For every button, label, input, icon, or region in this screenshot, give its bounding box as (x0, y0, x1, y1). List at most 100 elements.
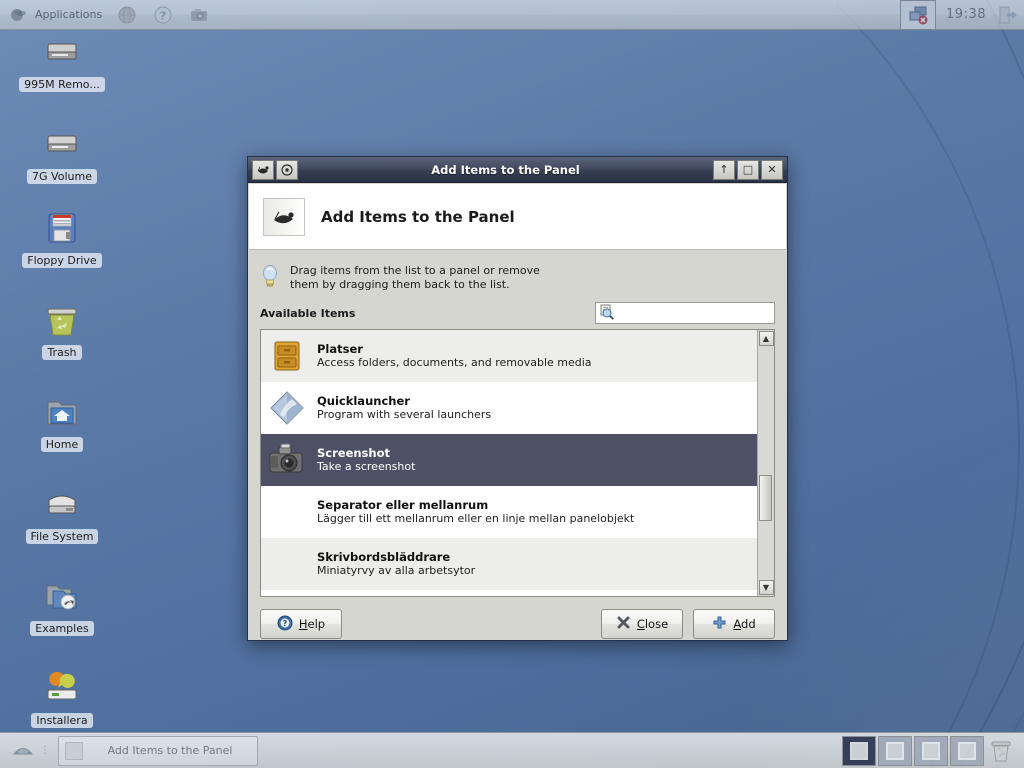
list-item-description: Take a screenshot (317, 460, 416, 474)
applications-menu-label: Applications (35, 8, 103, 21)
web-browser-launcher[interactable] (110, 2, 144, 28)
system-installer-icon (40, 666, 84, 710)
desktop-icon-7g-volume[interactable]: 7G Volume (14, 122, 110, 184)
bottom-panel: ⋮ Add Items to the Panel (0, 732, 1024, 768)
list-item-selected[interactable]: Screenshot Take a screenshot (261, 434, 757, 487)
dialog-footer-right: Close Add (601, 609, 775, 640)
workspace-thumbnail-icon (922, 741, 940, 760)
desktop-icon-file-system[interactable]: File System (14, 482, 110, 544)
scrollbar-thumb[interactable] (759, 475, 772, 522)
window-list-icon[interactable] (10, 739, 36, 762)
desktop-icon-label: Floppy Drive (22, 253, 102, 268)
tip-row: Drag items from the list to a panel or r… (260, 260, 775, 302)
svg-text:?: ? (283, 619, 288, 628)
scrollbar-track[interactable] (758, 347, 774, 579)
top-panel-right-area: 19:38 (900, 0, 1024, 30)
blue-diamond-icon (265, 386, 309, 430)
desktop-icon-label: File System (25, 529, 99, 544)
desktop-icon-installera[interactable]: Installera (14, 666, 110, 728)
list-vertical-scrollbar[interactable]: ▲ ▼ (757, 330, 774, 597)
desktop-icon-trash[interactable]: Trash (14, 298, 110, 360)
bottom-panel-right-area (842, 735, 1020, 766)
tip-text: Drag items from the list to a panel or r… (290, 264, 540, 292)
stick-window-button[interactable] (276, 159, 298, 180)
help-button-label-rest: elp (307, 617, 326, 632)
help-button[interactable]: ? Help (260, 609, 342, 640)
help-launcher[interactable]: ? (146, 2, 180, 28)
desktop-icon-home[interactable]: Home (14, 390, 110, 452)
list-item-description: Program with several launchers (317, 408, 492, 422)
available-items-label: Available Items (260, 306, 356, 320)
plus-icon (712, 615, 727, 633)
add-button-label-rest: dd (741, 617, 756, 632)
dialog-body: Drag items from the list to a panel or r… (248, 250, 787, 598)
taskbar-item-label: Add Items to the Panel (107, 744, 233, 757)
applications-menu-button[interactable]: Applications (2, 2, 108, 28)
list-item-name: Separator eller mellanrum (317, 497, 489, 512)
trash-can-icon (991, 741, 1011, 761)
list-item[interactable]: Platser Access folders, documents, and r… (261, 330, 757, 383)
add-button[interactable]: Add (693, 609, 775, 640)
camera-icon (188, 4, 210, 26)
workspace-button-3[interactable] (914, 735, 948, 766)
svg-text:?: ? (160, 9, 166, 22)
window-thumbnail-icon (65, 741, 83, 760)
tip-line-2: them by dragging them back to the list. (290, 278, 510, 292)
show-desktop-button[interactable] (900, 0, 937, 30)
camera-icon (265, 438, 309, 482)
xfce-mouse-icon (263, 197, 305, 236)
help-button-mnemonic: H (298, 617, 308, 632)
taskbar-item-add-items-to-the-panel[interactable]: Add Items to the Panel (58, 735, 258, 766)
scroll-up-button[interactable]: ▲ (758, 331, 774, 347)
close-x-icon (616, 615, 631, 633)
window-menu-button[interactable] (252, 159, 274, 180)
list-item[interactable]: SmartBookmark Query websites from the Xf… (261, 590, 757, 597)
screenshot-launcher[interactable] (182, 2, 216, 28)
add-button-mnemonic: A (733, 617, 742, 632)
dialog-titlebar[interactable]: Add Items to the Panel ↑ □ ✕ (248, 157, 787, 183)
search-input[interactable] (615, 306, 771, 320)
workspace-thumbnail-icon (850, 741, 868, 760)
list-item[interactable]: Separator eller mellanrum Lägger till et… (261, 486, 757, 539)
workspace-button-4[interactable] (950, 735, 984, 766)
close-window-button[interactable]: ✕ (761, 159, 783, 180)
desktop-icon-label: Installera (31, 713, 93, 728)
list-item[interactable]: Skrivbordsbläddrare Miniatyrvy av alla a… (261, 538, 757, 591)
trash-applet-button[interactable] (986, 736, 1016, 766)
maximize-window-button[interactable]: □ (737, 159, 759, 180)
search-box[interactable] (595, 302, 775, 325)
dialog-title: Add Items to the Panel (431, 162, 580, 177)
top-panel: Applications ? 19:38 (0, 0, 1024, 30)
dialog-footer: ? Help Close Add (248, 597, 787, 651)
list-item-name: Quicklauncher (317, 393, 410, 408)
panel-handle[interactable]: ⋮ (40, 745, 50, 756)
list-item-description: Access folders, documents, and removable… (317, 356, 592, 370)
globe-icon (116, 4, 138, 26)
scroll-down-button[interactable]: ▼ (758, 580, 774, 596)
desktop-icon-removable-drive[interactable]: 995M Remo... (14, 30, 110, 92)
close-button[interactable]: Close (601, 609, 683, 640)
desktop-icon-examples[interactable]: Examples (14, 574, 110, 636)
add-items-dialog: Add Items to the Panel ↑ □ ✕ Add Items t… (247, 156, 788, 641)
desktop-icon-label: 7G Volume (27, 169, 97, 184)
logout-door-icon[interactable] (996, 4, 1018, 26)
clock[interactable]: 19:38 (942, 7, 990, 22)
shade-window-button[interactable]: ↑ (713, 159, 735, 180)
list-item[interactable]: Quicklauncher Program with several launc… (261, 382, 757, 435)
list-item-name: Platser (317, 341, 363, 356)
available-items-list[interactable]: Platser Access folders, documents, and r… (261, 330, 757, 597)
workspace-button-2[interactable] (878, 735, 912, 766)
workspace-button-1[interactable] (842, 735, 876, 766)
no-icon-placeholder (265, 542, 309, 586)
desktop-icon-label: Trash (42, 345, 82, 360)
desktop-icon-floppy-drive[interactable]: Floppy Drive (14, 206, 110, 268)
user-home-folder-icon (40, 390, 84, 434)
list-item-description: Lägger till ett mellanrum eller en linje… (317, 512, 635, 526)
stick-window-icon (281, 163, 293, 176)
list-item-description: Miniatyrvy av alla arbetsytor (317, 564, 476, 578)
removable-drive-icon (40, 30, 84, 74)
list-item-name: Skrivbordsbläddrare (317, 549, 451, 564)
floppy-disk-icon (40, 206, 84, 250)
list-item-name: Screenshot (317, 445, 390, 460)
lightbulb-icon (260, 264, 280, 291)
